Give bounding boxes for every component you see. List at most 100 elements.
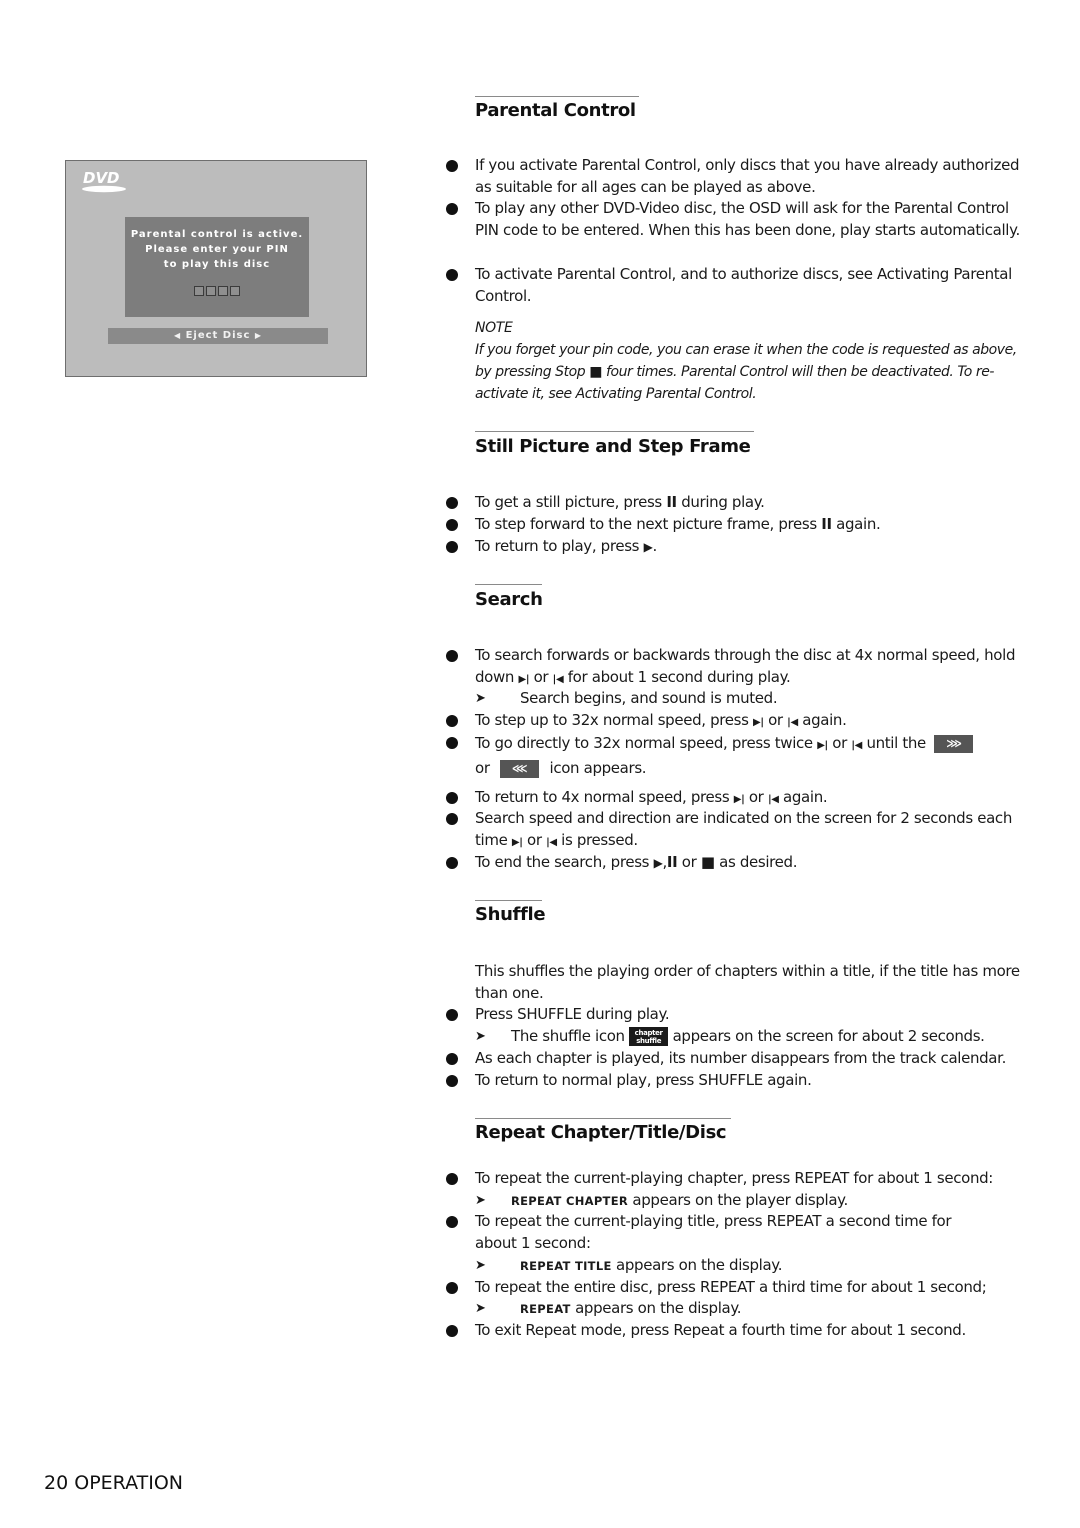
pin-digit-box[interactable] [230,286,240,296]
pin-input[interactable] [125,286,309,296]
text: or [768,711,783,729]
section-rule [475,431,754,432]
bullet-text: To end the search, press ▶,II or ■ as de… [475,853,798,871]
bullet-text: To get a still picture, press II during … [475,492,1024,514]
dialog-line: Please enter your PIN [145,244,289,255]
list-item: To step forward to the next picture fram… [444,514,1024,536]
bullet-icon [446,857,458,869]
text: To return to play, press [475,537,640,555]
arrow-right-icon: ➤ [475,1258,486,1273]
bullet-text: To play any other DVD-Video disc, the OS… [475,199,1020,239]
eject-disc-button[interactable]: ◀ Eject Disc ▶ [108,328,328,344]
text: . [652,537,657,555]
list-item: To repeat the current-playing chapter, p… [444,1168,1024,1190]
bullet-text: To return to normal play, press SHUFFLE … [475,1071,812,1089]
stop-icon: ■ [700,853,715,871]
icon-label: chapter [634,1029,663,1037]
note-body: If you forget your pin code, you can era… [475,340,1035,405]
text: To step up to 32x normal speed, press [475,711,749,729]
text: To return to 4x normal speed, press [475,788,730,806]
page-footer: 20 OPERATION [44,1472,183,1494]
previous-icon: |◀ [546,836,557,848]
text: again. [836,515,881,533]
result-text: Search begins, and sound is muted. [520,689,778,707]
pause-icon: II [666,493,677,511]
list-item: To return to play, press ▶. [444,536,1024,559]
list-item: To exit Repeat mode, press Repeat a four… [444,1320,1024,1342]
result-line: ➤ The shuffle icon chapter shuffle appea… [475,1026,1035,1048]
display-text: REPEAT CHAPTER [511,1194,628,1208]
bullet-icon [446,1053,458,1065]
list-item: To go directly to 32x normal speed, pres… [444,732,1024,779]
text: To go directly to 32x normal speed, pres… [475,734,813,752]
previous-icon: |◀ [851,740,863,751]
result-line: ➤ REPEAT CHAPTER appears on the player d… [475,1190,1035,1213]
bullet-text: To search forwards or backwards through … [475,645,1024,691]
list-item: To end the search, press ▶,II or ■ as de… [444,852,1024,875]
list-item: As each chapter is played, its number di… [444,1048,1024,1070]
previous-icon: |◀ [767,794,779,805]
bullet-icon [446,519,458,531]
section-title-shuffle: Shuffle [475,904,546,925]
fast-forward-icon: ⋙ [934,734,974,753]
bullet-text: Search speed and direction are indicated… [475,808,1024,854]
list-item: To search forwards or backwards through … [444,645,1024,691]
result-text: appears on the screen for about 2 second… [672,1027,985,1045]
bullet-icon [446,813,458,825]
section-name: OPERATION [74,1472,183,1494]
text: or [533,667,549,686]
display-text: REPEAT [520,1302,571,1316]
list-item: To play any other DVD-Video disc, the OS… [444,198,1024,242]
section-rule [475,1118,731,1119]
note-heading: NOTE [475,320,513,336]
bullet-text: To activate Parental Control, and to aut… [475,265,1012,305]
section-rule [475,900,542,901]
text: for about 1 second during play. [567,667,791,686]
display-text: REPEAT TITLE [520,1259,612,1273]
section-title-repeat: Repeat Chapter/Title/Disc [475,1122,727,1143]
bullet-text: To repeat the current-playing chapter, p… [475,1169,994,1187]
next-icon: ▶| [817,740,828,751]
section-rule [475,96,639,97]
bullet-text: To go directly to 32x normal speed, pres… [475,732,1024,779]
result-line: ➤ REPEAT TITLE appears on the display. [475,1255,1035,1278]
arrow-right-icon: ➤ [475,691,486,706]
next-icon: ▶| [733,794,745,805]
result-line: ➤ Search begins, and sound is muted. [475,688,1035,710]
arrow-right-icon: ➤ [475,1301,486,1316]
text: or [475,759,490,777]
result-text: appears on the display. [616,1256,783,1274]
bullet-text: To step up to 32x normal speed, press ▶|… [475,710,1024,734]
list-item: To get a still picture, press II during … [444,492,1024,514]
bullet-text: To exit Repeat mode, press Repeat a four… [475,1321,966,1339]
bullet-icon [446,715,458,727]
bullet-text: To return to play, press ▶. [475,536,1024,559]
dialog-line: Parental control is active. [130,229,304,240]
result-text: appears on the display. [575,1299,742,1317]
shuffle-intro: This shuffles the playing order of chapt… [475,962,1020,1002]
pin-digit-box[interactable] [194,286,204,296]
pin-digit-box[interactable] [218,286,228,296]
icon-label: shuffle [636,1037,662,1045]
text: is pressed. [561,830,638,849]
bullet-text: To repeat the current-playing title, pre… [475,1212,952,1252]
bullet-text: Press SHUFFLE during play. [475,1005,670,1023]
text: To get a still picture, press [475,493,662,511]
text: or [748,788,764,806]
previous-icon: |◀ [552,673,564,685]
pin-digit-box[interactable] [206,286,216,296]
text: during play. [681,493,765,511]
section-title-still-picture: Still Picture and Step Frame [475,436,751,457]
section-rule [475,584,542,585]
result-text: appears on the player display. [632,1191,848,1209]
osd-screen-illustration: DVD Parental control is active. Please e… [65,160,367,377]
text: again. [802,711,847,729]
bullet-icon [446,1075,458,1087]
fast-rewind-icon: ⋘ [500,759,540,778]
bullet-icon [446,650,458,662]
bullet-text: If you activate Parental Control, only d… [475,156,1020,196]
list-item: To repeat the entire disc, press REPEAT … [444,1277,1024,1299]
bullet-icon [446,160,458,172]
play-icon: ▶ [653,856,663,870]
text: icon appears. [549,759,647,777]
